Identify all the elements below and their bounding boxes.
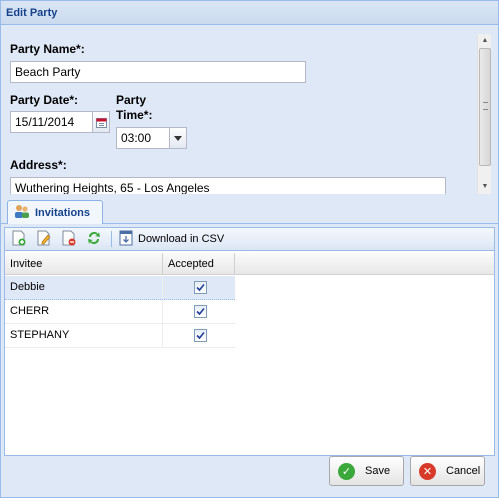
edit-button[interactable] [34, 229, 54, 249]
accepted-checkbox[interactable] [194, 305, 207, 318]
tab-strip: Invitations [1, 197, 498, 224]
grip-icon [483, 102, 488, 110]
address-label: Address*: [10, 158, 67, 172]
cancel-button[interactable]: ✕ Cancel [410, 456, 485, 486]
address-field[interactable]: Wuthering Heights, 65 - Los Angeles [10, 177, 446, 194]
party-name-label: Party Name*: [10, 42, 85, 56]
add-button[interactable] [9, 229, 29, 249]
check-icon [196, 331, 205, 340]
accepted-checkbox[interactable] [194, 281, 207, 294]
party-time-label-line1: Party [116, 93, 147, 107]
column-divider [162, 300, 163, 323]
edit-party-window: Edit Party Party Name*: Beach Party Part… [0, 0, 499, 498]
download-icon [119, 230, 133, 249]
invitee-cell: CHERR [10, 305, 50, 317]
invitee-cell: Debbie [10, 281, 45, 293]
refresh-icon [86, 230, 102, 249]
form-scrollbar[interactable]: ▲ ▼ [477, 34, 491, 194]
refresh-button[interactable] [84, 229, 104, 249]
column-header-invitee[interactable]: Invitee [5, 253, 163, 275]
calendar-icon[interactable] [92, 112, 109, 132]
party-name-field[interactable]: Beach Party [10, 61, 306, 83]
scroll-down-icon[interactable]: ▼ [478, 180, 492, 192]
add-icon [12, 230, 26, 249]
save-check-icon: ✓ [338, 462, 355, 480]
check-icon [196, 307, 205, 316]
tab-invitations[interactable]: Invitations [7, 200, 103, 224]
column-divider [162, 324, 163, 347]
party-time-value: 03:00 [121, 131, 152, 145]
chevron-down-icon[interactable] [169, 128, 186, 148]
cancel-x-icon: ✕ [419, 462, 436, 480]
save-label: Save [365, 465, 391, 477]
check-icon [196, 283, 205, 292]
toolbar-divider [111, 231, 112, 247]
party-time-label-line2: Time*: [116, 108, 153, 122]
tab-label: Invitations [35, 206, 91, 219]
column-divider [162, 276, 163, 299]
table-row[interactable]: CHERR [5, 300, 235, 324]
delete-button[interactable] [59, 229, 79, 249]
users-icon [14, 204, 30, 221]
column-header-accepted[interactable]: Accepted [163, 253, 235, 275]
scroll-up-icon[interactable]: ▲ [478, 34, 492, 46]
party-date-value: 15/11/2014 [15, 115, 75, 129]
edit-icon [37, 230, 51, 249]
cancel-label: Cancel [446, 465, 481, 477]
delete-icon [62, 230, 76, 249]
dialog-footer: ✓ Save ✕ Cancel [1, 456, 498, 497]
download-csv-label: Download in CSV [138, 233, 225, 245]
download-csv-button[interactable]: Download in CSV [119, 230, 228, 249]
table-row[interactable]: STEPHANY [5, 324, 235, 348]
accepted-checkbox[interactable] [194, 329, 207, 342]
party-form: Party Name*: Beach Party Party Date*: 15… [1, 26, 498, 194]
grid-header: Invitee Accepted [5, 253, 494, 275]
party-date-label: Party Date*: [10, 93, 79, 107]
party-date-field[interactable]: 15/11/2014 [10, 111, 110, 133]
party-time-select[interactable]: 03:00 [116, 127, 187, 149]
invitations-grid: Invitee Accepted Debbie CHERR STEPHANY [4, 251, 495, 456]
invitee-cell: STEPHANY [10, 329, 70, 341]
window-title: Edit Party [1, 1, 498, 25]
table-row[interactable]: Debbie [5, 276, 235, 300]
scrollbar-thumb[interactable] [479, 48, 491, 166]
grid-toolbar: Download in CSV [4, 227, 495, 251]
save-button[interactable]: ✓ Save [329, 456, 404, 486]
